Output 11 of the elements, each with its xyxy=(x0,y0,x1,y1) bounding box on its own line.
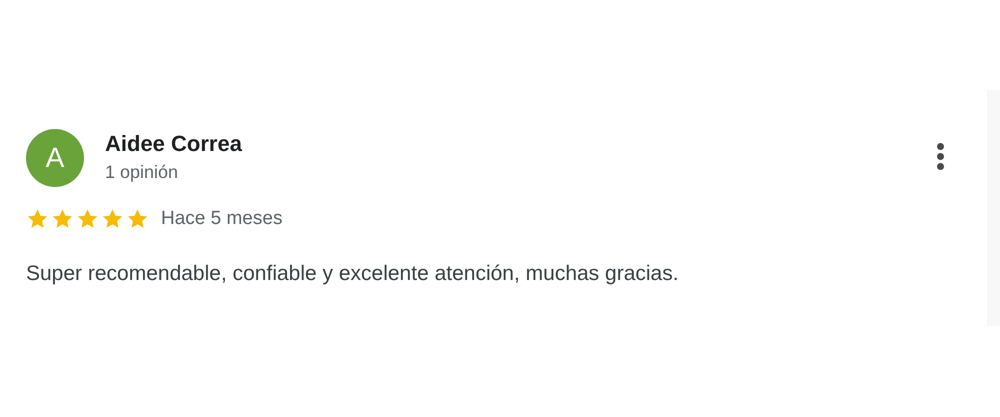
author-name[interactable]: Aidee Correa xyxy=(105,129,242,159)
more-options-icon[interactable] xyxy=(937,143,944,170)
star-icon xyxy=(51,208,74,230)
star-icon xyxy=(101,208,124,230)
star-icon xyxy=(76,208,99,230)
review-text: Super recomendable, confiable y excelente atención, muchas gracias. xyxy=(26,260,680,286)
avatar: A xyxy=(26,129,84,187)
star-icon xyxy=(126,208,149,230)
review-count: 1 opinión xyxy=(105,161,180,184)
star-icon xyxy=(26,208,49,230)
review-time: Hace 5 meses xyxy=(161,207,282,231)
